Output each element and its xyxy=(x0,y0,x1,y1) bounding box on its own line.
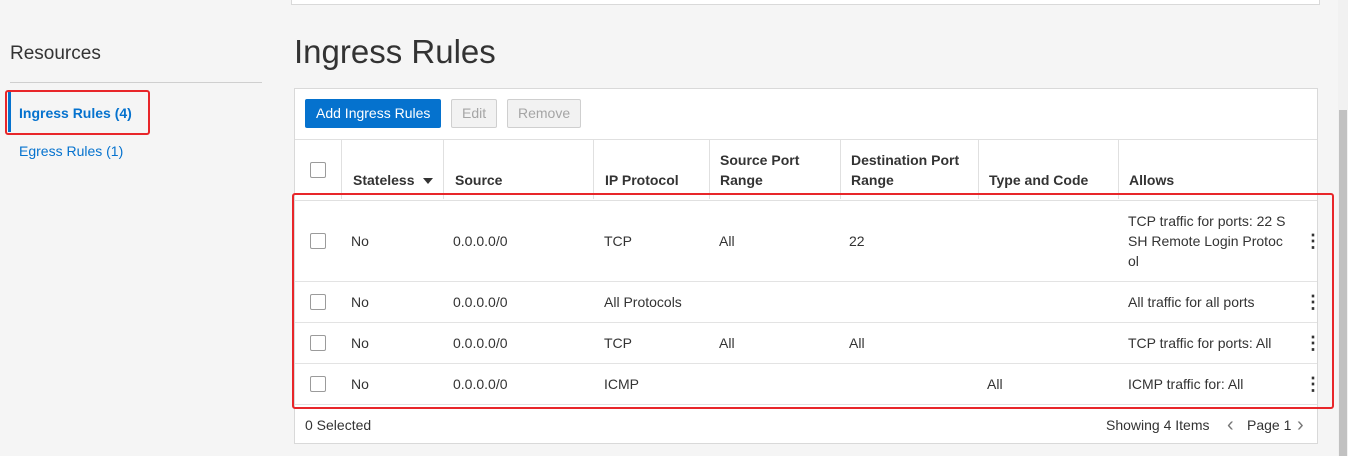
cell-ip-protocol: TCP xyxy=(604,335,632,351)
row-checkbox[interactable] xyxy=(310,335,326,351)
selected-count: 0 Selected xyxy=(305,417,372,433)
cell-source: 0.0.0.0/0 xyxy=(453,335,508,351)
top-panel xyxy=(291,0,1320,5)
column-header-line: Source Port xyxy=(720,152,800,168)
cell-dest-port: 22 xyxy=(849,233,865,249)
resources-title: Resources xyxy=(10,43,101,64)
cell-source: 0.0.0.0/0 xyxy=(453,233,508,249)
select-all-checkbox[interactable] xyxy=(310,162,326,178)
page-title: Ingress Rules xyxy=(294,33,496,70)
cell-allows-line: TCP traffic for ports: 22 S xyxy=(1128,213,1286,229)
scrollbar-thumb[interactable] xyxy=(1339,110,1347,456)
caret-down-icon xyxy=(423,178,434,185)
cell-allows: TCP traffic for ports: 22 S SH Remote Lo… xyxy=(1128,211,1285,271)
row-checkbox[interactable] xyxy=(310,294,326,310)
cell-source-port: All xyxy=(719,233,735,249)
column-header-allows[interactable]: Allows xyxy=(1129,170,1174,190)
kebab-menu-icon[interactable]: ⋮ xyxy=(1304,334,1322,352)
column-header-source[interactable]: Source xyxy=(455,170,502,190)
column-divider xyxy=(443,140,444,199)
chevron-right-icon[interactable]: › xyxy=(1297,414,1304,437)
cell-allows: All traffic for all ports xyxy=(1128,294,1255,310)
cell-allows-line: SH Remote Login Protoc xyxy=(1128,233,1283,249)
cell-ip-protocol: TCP xyxy=(604,233,632,249)
column-divider xyxy=(1118,140,1119,199)
cell-source-port: All xyxy=(719,335,735,351)
column-header-ip-protocol[interactable]: IP Protocol xyxy=(605,170,679,190)
row-divider xyxy=(295,363,1317,364)
kebab-menu-icon[interactable]: ⋮ xyxy=(1304,375,1322,393)
cell-dest-port: All xyxy=(849,335,865,351)
column-header-line: Destination Port xyxy=(851,152,960,168)
cell-source: 0.0.0.0/0 xyxy=(453,376,508,392)
cell-stateless: No xyxy=(351,294,369,310)
kebab-menu-icon[interactable]: ⋮ xyxy=(1304,232,1322,250)
highlight-box-sidebar xyxy=(5,90,150,135)
cell-source: 0.0.0.0/0 xyxy=(453,294,508,310)
column-header-type-and-code[interactable]: Type and Code xyxy=(989,170,1088,190)
cell-ip-protocol: All Protocols xyxy=(604,294,682,310)
chevron-left-icon[interactable]: ‹ xyxy=(1227,414,1234,437)
items-count: Showing 4 Items xyxy=(1106,417,1210,433)
cell-ip-protocol: ICMP xyxy=(604,376,639,392)
cell-allows: ICMP traffic for: All xyxy=(1128,376,1244,392)
column-divider xyxy=(341,140,342,199)
edit-button[interactable]: Edit xyxy=(451,99,498,128)
cell-allows: TCP traffic for ports: All xyxy=(1128,335,1272,351)
column-header-line: Range xyxy=(851,172,894,188)
column-header-stateless[interactable]: Stateless xyxy=(353,170,434,190)
sidebar-item-egress-rules[interactable]: Egress Rules (1) xyxy=(19,143,159,159)
column-divider xyxy=(840,140,841,199)
page-indicator: Page 1 xyxy=(1247,417,1292,433)
add-ingress-rules-button[interactable]: Add Ingress Rules xyxy=(305,99,442,128)
cell-allows-line: ol xyxy=(1128,253,1139,269)
column-header-destination-port-range[interactable]: Destination Port Range xyxy=(851,150,959,190)
cell-stateless: No xyxy=(351,335,369,351)
row-divider xyxy=(295,322,1317,323)
row-divider xyxy=(295,281,1317,282)
column-header-source-port-range[interactable]: Source Port Range xyxy=(720,150,799,190)
row-checkbox[interactable] xyxy=(310,376,326,392)
column-divider xyxy=(709,140,710,199)
remove-button[interactable]: Remove xyxy=(507,99,582,128)
divider xyxy=(10,82,262,83)
column-header-line: Range xyxy=(720,172,763,188)
cell-stateless: No xyxy=(351,376,369,392)
row-checkbox[interactable] xyxy=(310,233,326,249)
column-divider xyxy=(593,140,594,199)
cell-stateless: No xyxy=(351,233,369,249)
cell-type-code: All xyxy=(987,376,1003,392)
column-header-stateless-label: Stateless xyxy=(353,172,415,188)
column-divider xyxy=(978,140,979,199)
kebab-menu-icon[interactable]: ⋮ xyxy=(1304,293,1322,311)
row-divider xyxy=(295,404,1317,405)
